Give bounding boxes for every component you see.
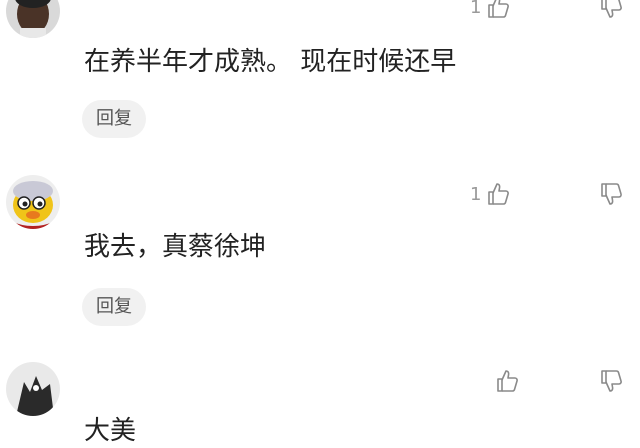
reply-button[interactable]: 回复 <box>82 100 146 138</box>
like-button[interactable] <box>470 368 520 394</box>
thumb-down-icon[interactable] <box>598 181 624 207</box>
avatar[interactable] <box>6 362 60 416</box>
like-count: 1 <box>470 0 482 18</box>
comment-text: 大美 <box>84 416 137 446</box>
thumb-up-icon <box>488 183 510 205</box>
like-button[interactable]: 1 <box>470 0 511 20</box>
reply-button[interactable]: 回复 <box>82 288 146 326</box>
comment-text: 在养半年才成熟。 现在时候还早 <box>84 47 457 77</box>
avatar[interactable] <box>6 0 60 38</box>
avatar[interactable] <box>6 175 60 229</box>
thumb-up-icon <box>488 0 510 18</box>
like-button[interactable]: 1 <box>470 181 511 207</box>
thumb-down-icon[interactable] <box>598 0 624 20</box>
thumb-up-icon <box>497 370 518 392</box>
like-count: 1 <box>470 183 482 205</box>
comment-text: 我去，真蔡徐坤 <box>84 232 267 262</box>
thumb-down-icon[interactable] <box>598 368 624 394</box>
